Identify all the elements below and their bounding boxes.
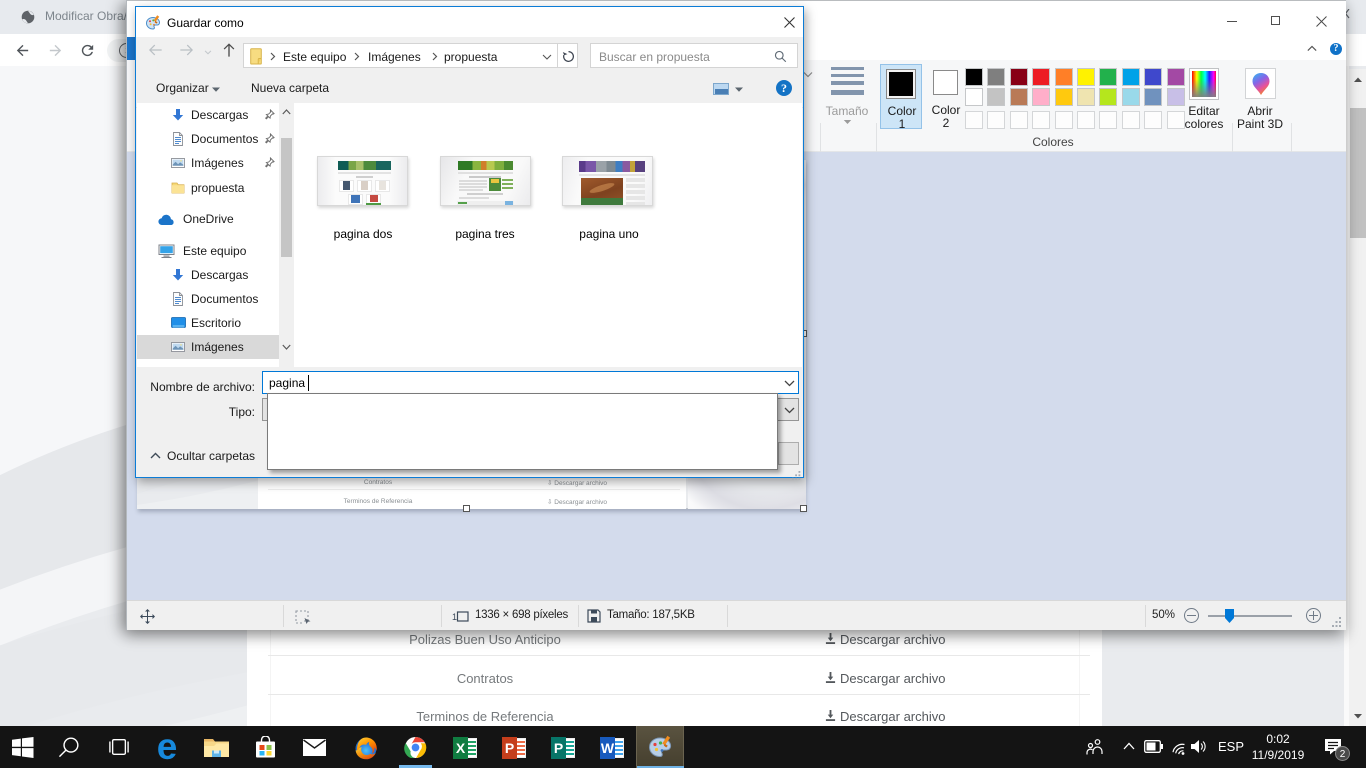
svg-text:1: 1: [452, 612, 457, 622]
